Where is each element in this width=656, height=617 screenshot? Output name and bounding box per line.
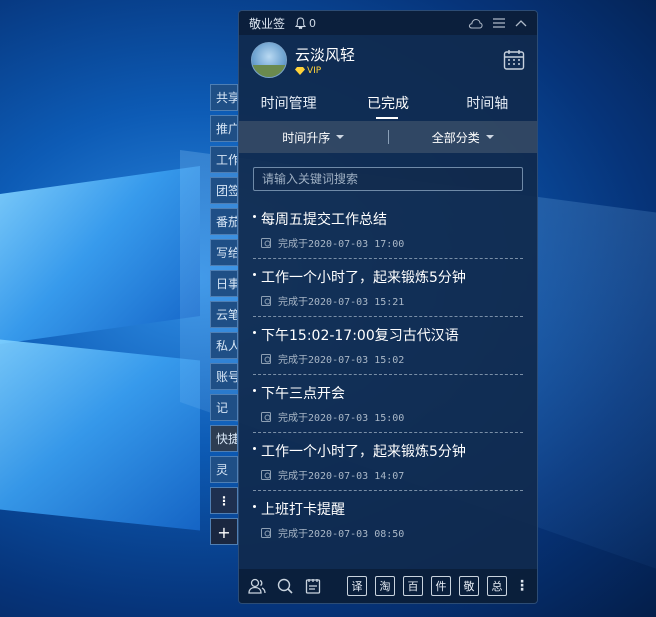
clock-icon (261, 528, 271, 538)
completed-list: 每周五提交工作总结 完成于2020-07-03 17:00 工作一个小时了，起来… (239, 201, 537, 549)
more-tabs-button[interactable]: ⋮ (210, 487, 238, 514)
clock-icon (261, 238, 271, 248)
main-tabs: 时间管理 已完成 时间轴 (239, 85, 537, 121)
bullet-icon (253, 505, 256, 508)
bottom-toolbar: 译 淘 百 件 敬 总 ⋮ (239, 569, 537, 603)
item-completed-time: 完成于2020-07-03 14:07 (278, 471, 405, 482)
notification-button[interactable]: 0 (295, 17, 316, 30)
search-input[interactable] (254, 168, 522, 190)
side-tab[interactable]: 写给 (210, 239, 238, 266)
item-title: 下午15:02-17:00复习古代汉语 (261, 328, 459, 344)
quick-button-jingye[interactable]: 敬 (459, 576, 479, 596)
chevron-down-icon (336, 135, 345, 139)
side-tab[interactable]: 云笔 (210, 301, 238, 328)
bullet-icon (253, 447, 256, 450)
list-item[interactable]: 上班打卡提醒 完成于2020-07-03 08:50 (253, 491, 523, 549)
desktop-wallpaper-pane (0, 165, 200, 345)
sort-dropdown[interactable]: 时间升序 (239, 129, 388, 146)
list-item[interactable]: 工作一个小时了，起来锻炼5分钟 完成于2020-07-03 15:21 (253, 259, 523, 317)
item-title: 工作一个小时了，起来锻炼5分钟 (261, 270, 466, 286)
more-options-icon[interactable]: ⋮ (515, 578, 529, 594)
desktop-wallpaper-pane (0, 339, 200, 531)
active-tab-indicator (376, 117, 398, 119)
title-bar: 敬业签 0 (239, 11, 537, 35)
clock-icon (261, 296, 271, 306)
quick-button-translate[interactable]: 译 (347, 576, 367, 596)
side-tab[interactable]: 灵 (210, 456, 238, 483)
category-dropdown[interactable]: 全部分类 (389, 129, 538, 146)
side-tab[interactable]: 工作 (210, 146, 238, 173)
side-tab[interactable]: 记 (210, 394, 238, 421)
tab-completed[interactable]: 已完成 (338, 93, 437, 113)
app-title: 敬业签 (249, 16, 286, 31)
side-tab[interactable]: 番茄 (210, 208, 238, 235)
vip-badge: VIP (295, 66, 355, 76)
chevron-down-icon (485, 135, 494, 139)
list-item[interactable]: 每周五提交工作总结 完成于2020-07-03 17:00 (253, 201, 523, 259)
category-side-tabs: 共享 推广 工作 团签 番茄 写给 日事 云笔 私人 账号 记 快捷 灵 ⋮ + (210, 84, 238, 549)
cloud-sync-icon[interactable] (468, 18, 483, 29)
item-completed-time: 完成于2020-07-03 15:21 (278, 297, 405, 308)
calendar-icon[interactable] (503, 49, 525, 71)
side-tab[interactable]: 共享 (210, 84, 238, 111)
add-tab-button[interactable]: + (210, 518, 238, 545)
user-name: 云淡风轻 (295, 46, 356, 64)
item-title: 上班打卡提醒 (261, 502, 345, 518)
side-tab[interactable]: 日事 (210, 270, 238, 297)
side-tab[interactable]: 推广 (210, 115, 238, 142)
bullet-icon (253, 273, 256, 276)
quick-button-file[interactable]: 件 (431, 576, 451, 596)
bullet-icon (253, 331, 256, 334)
item-title: 每周五提交工作总结 (261, 212, 387, 228)
menu-icon[interactable] (493, 18, 505, 28)
list-item[interactable]: 下午15:02-17:00复习古代汉语 完成于2020-07-03 15:02 (253, 317, 523, 375)
diamond-icon (295, 67, 305, 75)
quick-button-baidu[interactable]: 百 (403, 576, 423, 596)
search-icon (277, 578, 293, 594)
collapse-icon[interactable] (515, 19, 527, 27)
side-tab[interactable]: 私人 (210, 332, 238, 359)
tab-time-management[interactable]: 时间管理 (239, 93, 338, 113)
search-button[interactable] (275, 576, 295, 596)
item-completed-time: 完成于2020-07-03 08:50 (278, 529, 405, 540)
side-tab[interactable]: 账号 (210, 363, 238, 390)
list-item[interactable]: 下午三点开会 完成于2020-07-03 15:00 (253, 375, 523, 433)
bullet-icon (253, 389, 256, 392)
search-box (253, 167, 523, 191)
sort-label: 时间升序 (282, 130, 331, 145)
item-title: 工作一个小时了，起来锻炼5分钟 (261, 444, 466, 460)
bullet-icon (253, 215, 256, 218)
quick-button-summary[interactable]: 总 (487, 576, 507, 596)
side-tab[interactable]: 团签 (210, 177, 238, 204)
clock-icon (261, 412, 271, 422)
quick-button-taobao[interactable]: 淘 (375, 576, 395, 596)
list-item[interactable]: 工作一个小时了，起来锻炼5分钟 完成于2020-07-03 14:07 (253, 433, 523, 491)
contacts-icon (248, 578, 266, 594)
avatar[interactable] (251, 42, 287, 78)
vip-label: VIP (307, 66, 322, 76)
item-completed-time: 完成于2020-07-03 15:02 (278, 355, 405, 366)
notification-count: 0 (309, 16, 317, 30)
app-window: 敬业签 0 云淡风轻 VIP 时间管理 已完成 时间轴 时间升序 全部分类 请输… (238, 10, 538, 604)
clock-icon (261, 354, 271, 364)
filter-bar: 时间升序 全部分类 (239, 121, 537, 153)
user-profile: 云淡风轻 VIP (239, 35, 537, 85)
clock-icon (261, 470, 271, 480)
item-completed-time: 完成于2020-07-03 17:00 (278, 239, 405, 250)
contacts-button[interactable] (247, 576, 267, 596)
item-title: 下午三点开会 (261, 386, 345, 402)
tab-timeline[interactable]: 时间轴 (438, 93, 537, 113)
category-label: 全部分类 (431, 130, 480, 145)
item-completed-time: 完成于2020-07-03 15:00 (278, 413, 405, 424)
notepad-icon (305, 579, 321, 594)
bell-icon (295, 17, 307, 29)
side-tab-active[interactable]: 快捷 (210, 425, 238, 452)
notes-button[interactable] (303, 576, 323, 596)
